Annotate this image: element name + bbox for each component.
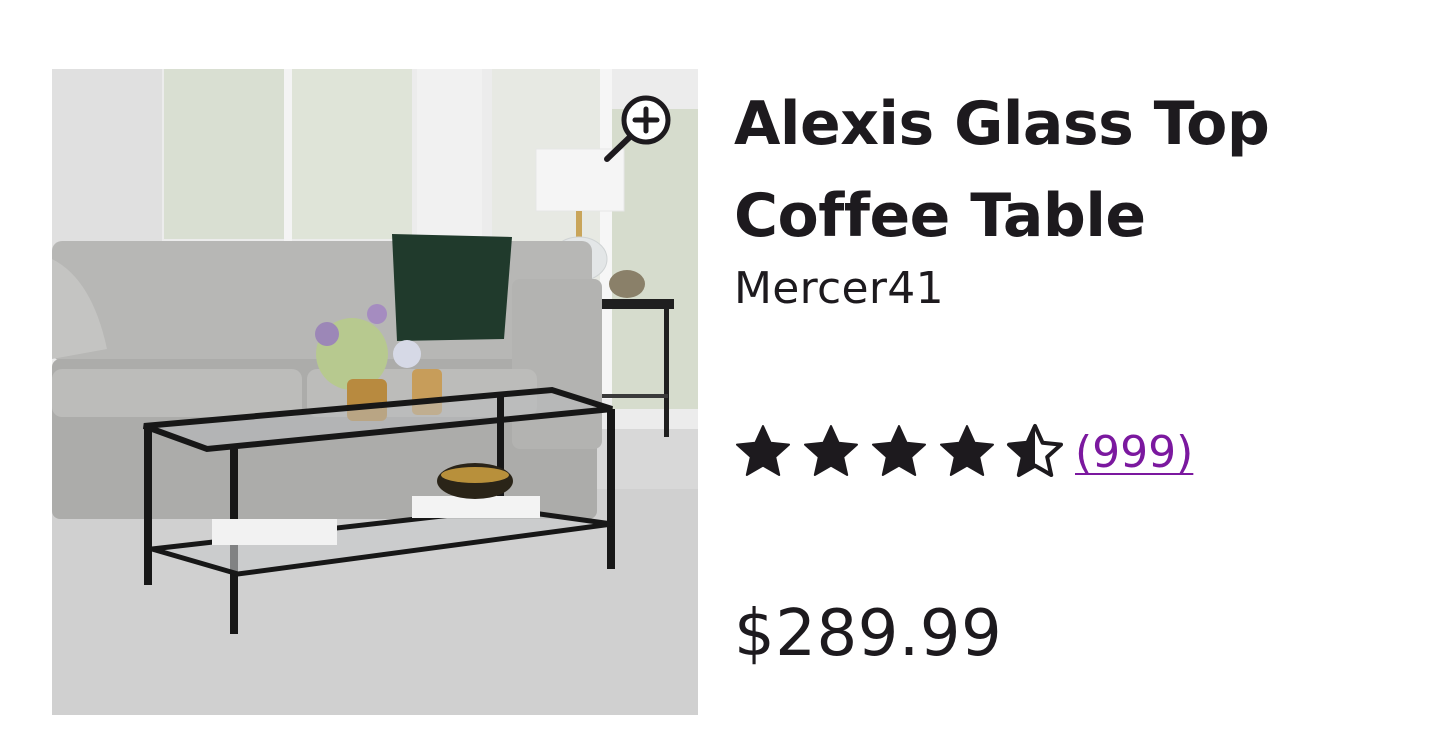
product-title-line-2[interactable]: Coffee Table <box>734 181 1146 251</box>
product-price: $289.99 <box>734 597 1003 671</box>
product-brand[interactable]: Mercer41 <box>734 263 944 314</box>
star-full-icon <box>804 425 858 476</box>
rating-stars <box>733 422 1073 482</box>
product-title-line-1[interactable]: Alexis Glass Top <box>734 89 1270 159</box>
star-half-icon <box>1007 424 1063 477</box>
product-info: Alexis Glass Top Coffee Table <box>734 78 1414 262</box>
star-full-icon <box>736 425 790 476</box>
zoom-in-icon <box>604 95 671 162</box>
product-card: Alexis Glass Top Coffee Table Mercer41 (… <box>0 0 1440 737</box>
zoom-button[interactable] <box>602 89 680 167</box>
review-count-link[interactable]: (999) <box>1075 427 1193 478</box>
star-full-icon <box>872 425 926 476</box>
product-rating[interactable]: (999) <box>733 420 1193 484</box>
star-full-icon <box>940 425 994 476</box>
product-title[interactable]: Alexis Glass Top Coffee Table <box>734 78 1414 262</box>
